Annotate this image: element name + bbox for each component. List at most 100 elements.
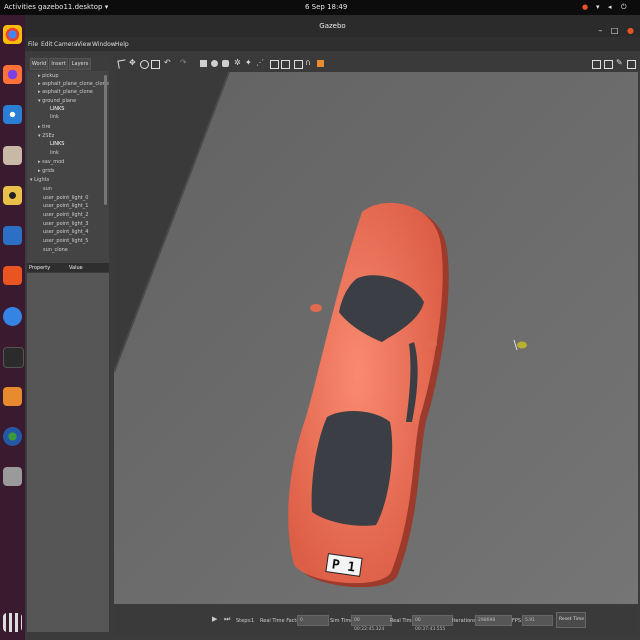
clock[interactable]: 6 Sep 18:49 [305, 3, 347, 11]
tree-item[interactable]: LINKS [50, 106, 64, 112]
firefox-icon[interactable] [3, 65, 22, 84]
tree-item[interactable]: link [50, 114, 59, 120]
files-icon[interactable] [3, 146, 22, 165]
tab-world[interactable]: World [30, 58, 48, 70]
directional-light-icon[interactable]: ⋰ [256, 59, 264, 67]
minimize-icon[interactable]: – [598, 26, 602, 35]
tree-item[interactable]: link [50, 150, 59, 156]
car-rear-window [311, 410, 393, 526]
tree-item[interactable]: ▸ tire [38, 124, 50, 130]
plot-icon[interactable]: ✎ [616, 59, 623, 67]
point-light-icon[interactable]: ✲ [234, 59, 241, 67]
tree-scrollbar[interactable] [104, 75, 107, 205]
tree-item[interactable]: sun [43, 186, 52, 192]
property-column: Property [29, 265, 51, 271]
software-center-icon[interactable] [3, 266, 22, 285]
window-titlebar: Gazebo – □ ● [25, 15, 640, 37]
change-view-icon[interactable] [317, 60, 324, 67]
tree-item[interactable]: user_point_light_1 [43, 203, 88, 209]
translate-icon[interactable]: ✥ [129, 59, 136, 67]
tree-item[interactable]: ▸ asphalt_plane_clone_clone [38, 81, 109, 87]
record-video-icon[interactable] [627, 60, 636, 69]
volume-icon[interactable]: ◂ [608, 3, 612, 11]
menu-bar: File Edit Camera View Window Help [25, 37, 640, 51]
tree-item[interactable]: ▸ asphalt_plane_clone [38, 89, 93, 95]
select-icon[interactable] [117, 59, 127, 69]
tree-item[interactable]: LINKS [50, 141, 64, 147]
gazebo-window: Gazebo – □ ● File Edit Camera View Windo… [25, 15, 640, 640]
system-top-bar: Activities gazebo11.desktop ▾ 6 Sep 18:4… [0, 0, 640, 15]
tree-item[interactable]: ▾ ground_plane [38, 98, 76, 104]
menu-file[interactable]: File [28, 41, 38, 48]
play-icon[interactable]: ▶ [212, 615, 217, 623]
step-icon[interactable]: ⏭ [224, 615, 230, 624]
sim-status-bar: ▶ ⏭ Steps: 1 Real Time Factor: 0 Sim Tim… [114, 605, 638, 635]
tab-insert[interactable]: Insert [49, 58, 68, 70]
tree-item[interactable]: ▾ Lights [30, 177, 49, 183]
light-bulb [517, 341, 527, 349]
cylinder-shape-icon[interactable] [222, 60, 229, 67]
reset-time-button[interactable]: Reset Time [556, 612, 586, 628]
scene-viewport[interactable]: P 1 [114, 72, 638, 604]
right-mirror [427, 340, 437, 348]
left-mirror [310, 304, 322, 312]
thunderbird-icon[interactable] [3, 105, 22, 124]
rotate-icon[interactable] [140, 60, 149, 69]
screenshot-icon[interactable] [592, 60, 601, 69]
menu-edit[interactable]: Edit [41, 41, 53, 48]
tab-layers[interactable]: Layers [69, 58, 91, 70]
chrome-icon[interactable] [3, 25, 22, 44]
tree-item[interactable]: ▸ sav_mod [38, 159, 64, 165]
align-icon[interactable] [294, 60, 303, 69]
real-time-value: 00 00:37:43.555 [412, 615, 453, 632]
menu-view[interactable]: View [77, 41, 91, 48]
writer-icon[interactable] [3, 226, 22, 245]
menu-camera[interactable]: Camera [54, 41, 78, 48]
maximize-icon[interactable]: □ [611, 26, 619, 35]
show-apps-icon[interactable] [3, 613, 22, 632]
rhythmbox-icon[interactable] [3, 186, 22, 205]
tree-item[interactable]: user_point_light_5 [43, 238, 88, 244]
drive-icon[interactable] [3, 467, 22, 486]
sphere-shape-icon[interactable] [211, 60, 218, 67]
spot-light-icon[interactable]: ✦ [245, 59, 252, 67]
box-shape-icon[interactable] [200, 60, 207, 67]
close-icon[interactable]: ● [627, 26, 634, 35]
tree-item[interactable]: user_point_light_4 [43, 229, 88, 235]
scene-render[interactable]: P 1 [114, 72, 638, 604]
snap-icon[interactable]: ∩ [305, 59, 312, 67]
gazebo-icon[interactable] [3, 387, 22, 406]
activities-button[interactable]: Activities [4, 3, 36, 11]
paste-icon[interactable] [281, 60, 290, 69]
scale-icon[interactable] [151, 60, 160, 69]
terminal-icon[interactable] [3, 347, 24, 368]
undo-icon[interactable]: ↶ [164, 59, 171, 67]
tree-item[interactable]: sun_clone [43, 247, 68, 253]
menu-window[interactable]: Window [92, 41, 116, 48]
property-header: Property Value [27, 263, 109, 272]
tree-item[interactable]: user_point_light_3 [43, 221, 88, 227]
app-menu[interactable]: gazebo11.desktop ▾ [38, 3, 108, 11]
copy-icon[interactable] [270, 60, 279, 69]
steps-value[interactable]: 1 [251, 618, 254, 624]
rtf-value: 0 [297, 615, 329, 626]
network-icon[interactable]: ▾ [596, 3, 600, 11]
log-icon[interactable] [604, 60, 613, 69]
window-title: Gazebo [319, 22, 346, 30]
toolbar: ✥ ↶ ↷ ✲ ✦ ⋰ ∩ ✎ [114, 56, 638, 72]
tree-item[interactable]: ▸ pickup [38, 73, 59, 79]
tree-item[interactable]: ▾ 2SEz [38, 133, 54, 139]
iterations-label: Iterations: [452, 618, 478, 624]
iterations-value: 298698 [475, 615, 512, 626]
tree-item[interactable]: user_point_light_2 [43, 212, 88, 218]
menu-help[interactable]: Help [115, 41, 129, 48]
property-panel [27, 273, 109, 632]
tree-item[interactable]: ▸ grids [38, 168, 55, 174]
power-icon[interactable]: ⏻ [621, 3, 627, 12]
record-icon[interactable]: ● [582, 3, 588, 11]
tree-item[interactable]: user_point_light_0 [43, 195, 88, 201]
globe-icon[interactable] [3, 427, 22, 446]
left-panel: World Insert Layers ▸ pickup ▸ asphalt_p… [27, 56, 109, 632]
help-icon[interactable] [3, 307, 22, 326]
redo-icon[interactable]: ↷ [180, 59, 187, 67]
